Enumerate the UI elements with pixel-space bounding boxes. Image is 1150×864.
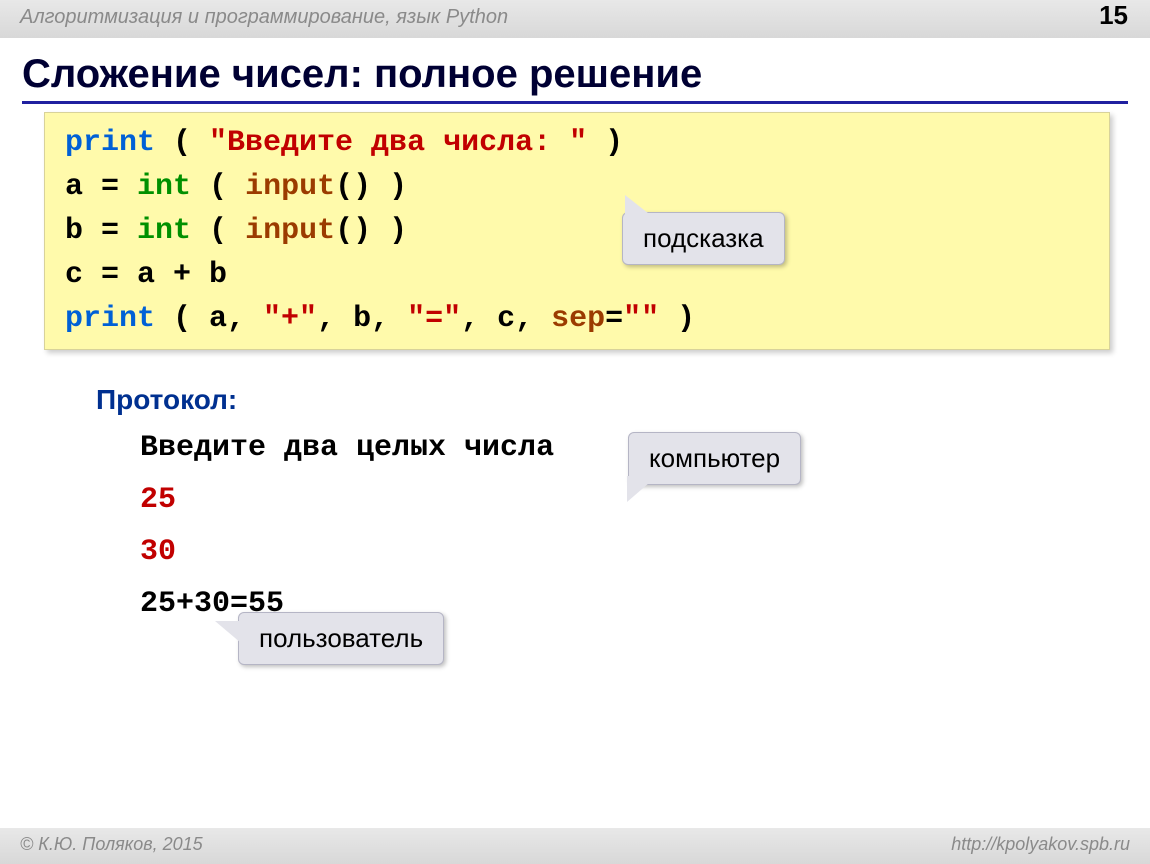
string-literal: "=" (407, 302, 461, 336)
kw-int: int (137, 170, 191, 204)
string-literal: "" (623, 302, 659, 336)
kw-print: print (65, 302, 155, 336)
string-literal: "Введите два числа: " (209, 126, 587, 160)
kw-int: int (137, 214, 191, 248)
callout-user: пользователь (238, 612, 444, 665)
kw-input: input (245, 170, 335, 204)
header-title: Алгоритмизация и программирование, язык … (20, 6, 508, 28)
string-literal: "+" (263, 302, 317, 336)
callout-computer: компьютер (628, 432, 801, 485)
protocol-label: Протокол: (96, 384, 1150, 416)
callout-hint: подсказка (622, 212, 785, 265)
kw-print: print (65, 126, 155, 160)
kw-sep: sep (551, 302, 605, 336)
footer-url: http://kpolyakov.spb.ru (951, 834, 1130, 855)
protocol-input-1: 25 (140, 483, 176, 517)
slide-footer: © К.Ю. Поляков, 2015 http://kpolyakov.sp… (0, 828, 1150, 864)
kw-input: input (245, 214, 335, 248)
code-block: print ( "Введите два числа: " ) a = int … (44, 112, 1110, 350)
protocol-input-2: 30 (140, 535, 176, 569)
page-number: 15 (1099, 0, 1128, 31)
slide-title: Сложение чисел: полное решение (22, 52, 1128, 104)
footer-copyright: © К.Ю. Поляков, 2015 (20, 834, 203, 855)
slide-header: Алгоритмизация и программирование, язык … (0, 0, 1150, 38)
protocol-prompt: Введите два целых числа (140, 431, 554, 465)
